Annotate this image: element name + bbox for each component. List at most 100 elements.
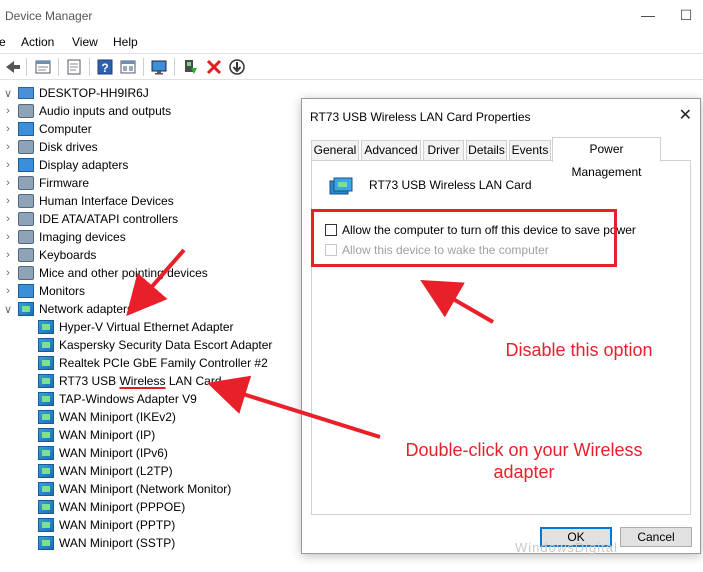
tree-category-ide[interactable]: › IDE ATA/ATAPI controllers [2, 210, 178, 228]
tree-category-mice[interactable]: › Mice and other pointing devices [2, 264, 208, 282]
menu-file-partial[interactable]: e [0, 35, 6, 49]
chevron-right-icon[interactable]: › [2, 123, 14, 135]
menu-help[interactable]: Help [113, 35, 138, 49]
tab-driver[interactable]: Driver [423, 140, 464, 161]
toolbar-separator [58, 58, 59, 76]
network-adapter-item[interactable]: Kaspersky Security Data Escort Adapter [38, 336, 272, 354]
tree-category-audio[interactable]: › Audio inputs and outputs [2, 102, 171, 120]
chevron-right-icon[interactable]: › [2, 105, 14, 117]
network-adapter-item[interactable]: Hyper-V Virtual Ethernet Adapter [38, 318, 234, 336]
show-hidden-icon[interactable] [119, 58, 137, 76]
tree-category-hid[interactable]: › Human Interface Devices [2, 192, 174, 210]
network-adapter-item[interactable]: WAN Miniport (PPPOE) [38, 498, 185, 516]
toolbar: ? [0, 53, 703, 80]
menu-action[interactable]: Action [21, 35, 54, 49]
chevron-down-icon[interactable]: ∨ [2, 303, 14, 316]
keyboard-icon [18, 248, 34, 262]
network-adapter-item[interactable]: Realtek PCIe GbE Family Controller #2 [38, 354, 268, 372]
chevron-down-icon[interactable]: ∨ [2, 87, 14, 100]
annotation-highlight-box [311, 209, 617, 267]
help-icon[interactable]: ? [96, 58, 114, 76]
adapter-label: WAN Miniport (PPPOE) [59, 500, 186, 514]
network-adapter-icon [38, 374, 54, 388]
category-label: Keyboards [39, 248, 97, 262]
category-label: Disk drives [39, 140, 98, 154]
minimize-icon[interactable]: — [636, 4, 660, 26]
tree-category-imaging[interactable]: › Imaging devices [2, 228, 126, 246]
update-driver-icon[interactable] [181, 58, 199, 76]
window-title: Device Manager [5, 9, 93, 23]
category-label: Computer [39, 122, 92, 136]
network-adapter-item[interactable]: WAN Miniport (Network Monitor) [38, 480, 231, 498]
chevron-right-icon[interactable]: › [2, 285, 14, 297]
network-adapter-item[interactable]: WAN Miniport (IPv6) [38, 444, 168, 462]
category-label: Network adapters [39, 302, 134, 316]
network-adapter-item[interactable]: WAN Miniport (IKEv2) [38, 408, 176, 426]
svg-text:?: ? [101, 61, 108, 75]
menu-view[interactable]: View [72, 35, 98, 49]
network-adapter-icon [38, 446, 54, 460]
computer-icon [18, 87, 34, 99]
properties-dialog: RT73 USB Wireless LAN Card Properties ✕ … [301, 98, 701, 554]
chevron-right-icon[interactable]: › [2, 159, 14, 171]
network-adapter-icon [38, 464, 54, 478]
refresh-icon[interactable] [65, 58, 83, 76]
tab-advanced[interactable]: Advanced [361, 140, 421, 161]
disk-icon [18, 140, 34, 154]
network-adapter-item[interactable]: TAP-Windows Adapter V9 [38, 390, 197, 408]
network-adapter-icon [38, 338, 54, 352]
tab-power-management[interactable]: Power Management [552, 137, 661, 179]
watermark-logo: WindowsDigital [515, 540, 618, 555]
chevron-right-icon[interactable]: › [2, 177, 14, 189]
annotation-double-click-line1: Double-click on your Wireless [405, 440, 643, 460]
tab-general[interactable]: General [311, 140, 359, 161]
chevron-right-icon[interactable]: › [2, 141, 14, 153]
ide-controller-icon [18, 212, 34, 226]
adapter-label: Kaspersky Security Data Escort Adapter [59, 338, 273, 352]
category-label: Audio inputs and outputs [39, 104, 172, 118]
adapter-label: WAN Miniport (Network Monitor) [59, 482, 232, 496]
monitor-icon [18, 284, 34, 298]
properties-icon[interactable] [34, 58, 52, 76]
cancel-button[interactable]: Cancel [620, 527, 692, 547]
tab-events[interactable]: Events [509, 140, 551, 161]
chevron-right-icon[interactable]: › [2, 231, 14, 243]
tree-category-display[interactable]: › Display adapters [2, 156, 128, 174]
adapter-label-part: LAN Card [165, 374, 222, 388]
tree-category-computer[interactable]: › Computer [2, 120, 92, 138]
chevron-right-icon[interactable]: › [2, 213, 14, 225]
network-adapter-item[interactable]: WAN Miniport (SSTP) [38, 534, 175, 552]
toolbar-separator [89, 58, 90, 76]
tree-category-monitors[interactable]: › Monitors [2, 282, 85, 300]
network-adapter-item[interactable]: WAN Miniport (PPTP) [38, 516, 175, 534]
uninstall-icon[interactable] [205, 58, 223, 76]
category-label: Imaging devices [39, 230, 126, 244]
speaker-icon [18, 104, 34, 118]
tree-category-disk[interactable]: › Disk drives [2, 138, 98, 156]
disable-icon[interactable] [228, 58, 246, 76]
maximize-icon[interactable]: ☐ [674, 4, 698, 26]
toolbar-separator [143, 58, 144, 76]
adapter-label: RT73 USB Wireless LAN Card [59, 374, 222, 388]
tree-root[interactable]: ∨ DESKTOP-HH9IR6J [2, 84, 149, 102]
adapter-label-underlined: Wireless [119, 374, 166, 388]
category-label: Human Interface Devices [39, 194, 174, 208]
network-adapter-icon [38, 536, 54, 550]
network-adapter-item[interactable]: WAN Miniport (IP) [38, 426, 155, 444]
tree-category-network[interactable]: ∨ Network adapters [2, 300, 133, 318]
chevron-right-icon[interactable]: › [2, 267, 14, 279]
monitor-icon[interactable] [150, 58, 168, 76]
tree-category-keyboards[interactable]: › Keyboards [2, 246, 96, 264]
camera-icon [18, 230, 34, 244]
chevron-right-icon[interactable]: › [2, 249, 14, 261]
network-adapter-item-rt73[interactable]: RT73 USB Wireless LAN Card [38, 372, 222, 390]
back-icon[interactable] [4, 58, 22, 76]
dialog-title: RT73 USB Wireless LAN Card Properties [310, 110, 531, 124]
network-adapter-item[interactable]: WAN Miniport (L2TP) [38, 462, 173, 480]
chevron-right-icon[interactable]: › [2, 195, 14, 207]
tree-category-firmware[interactable]: › Firmware [2, 174, 89, 192]
close-icon[interactable]: ✕ [679, 105, 692, 125]
mouse-icon [18, 266, 34, 280]
tab-details[interactable]: Details [466, 140, 507, 161]
toolbar-separator [174, 58, 175, 76]
